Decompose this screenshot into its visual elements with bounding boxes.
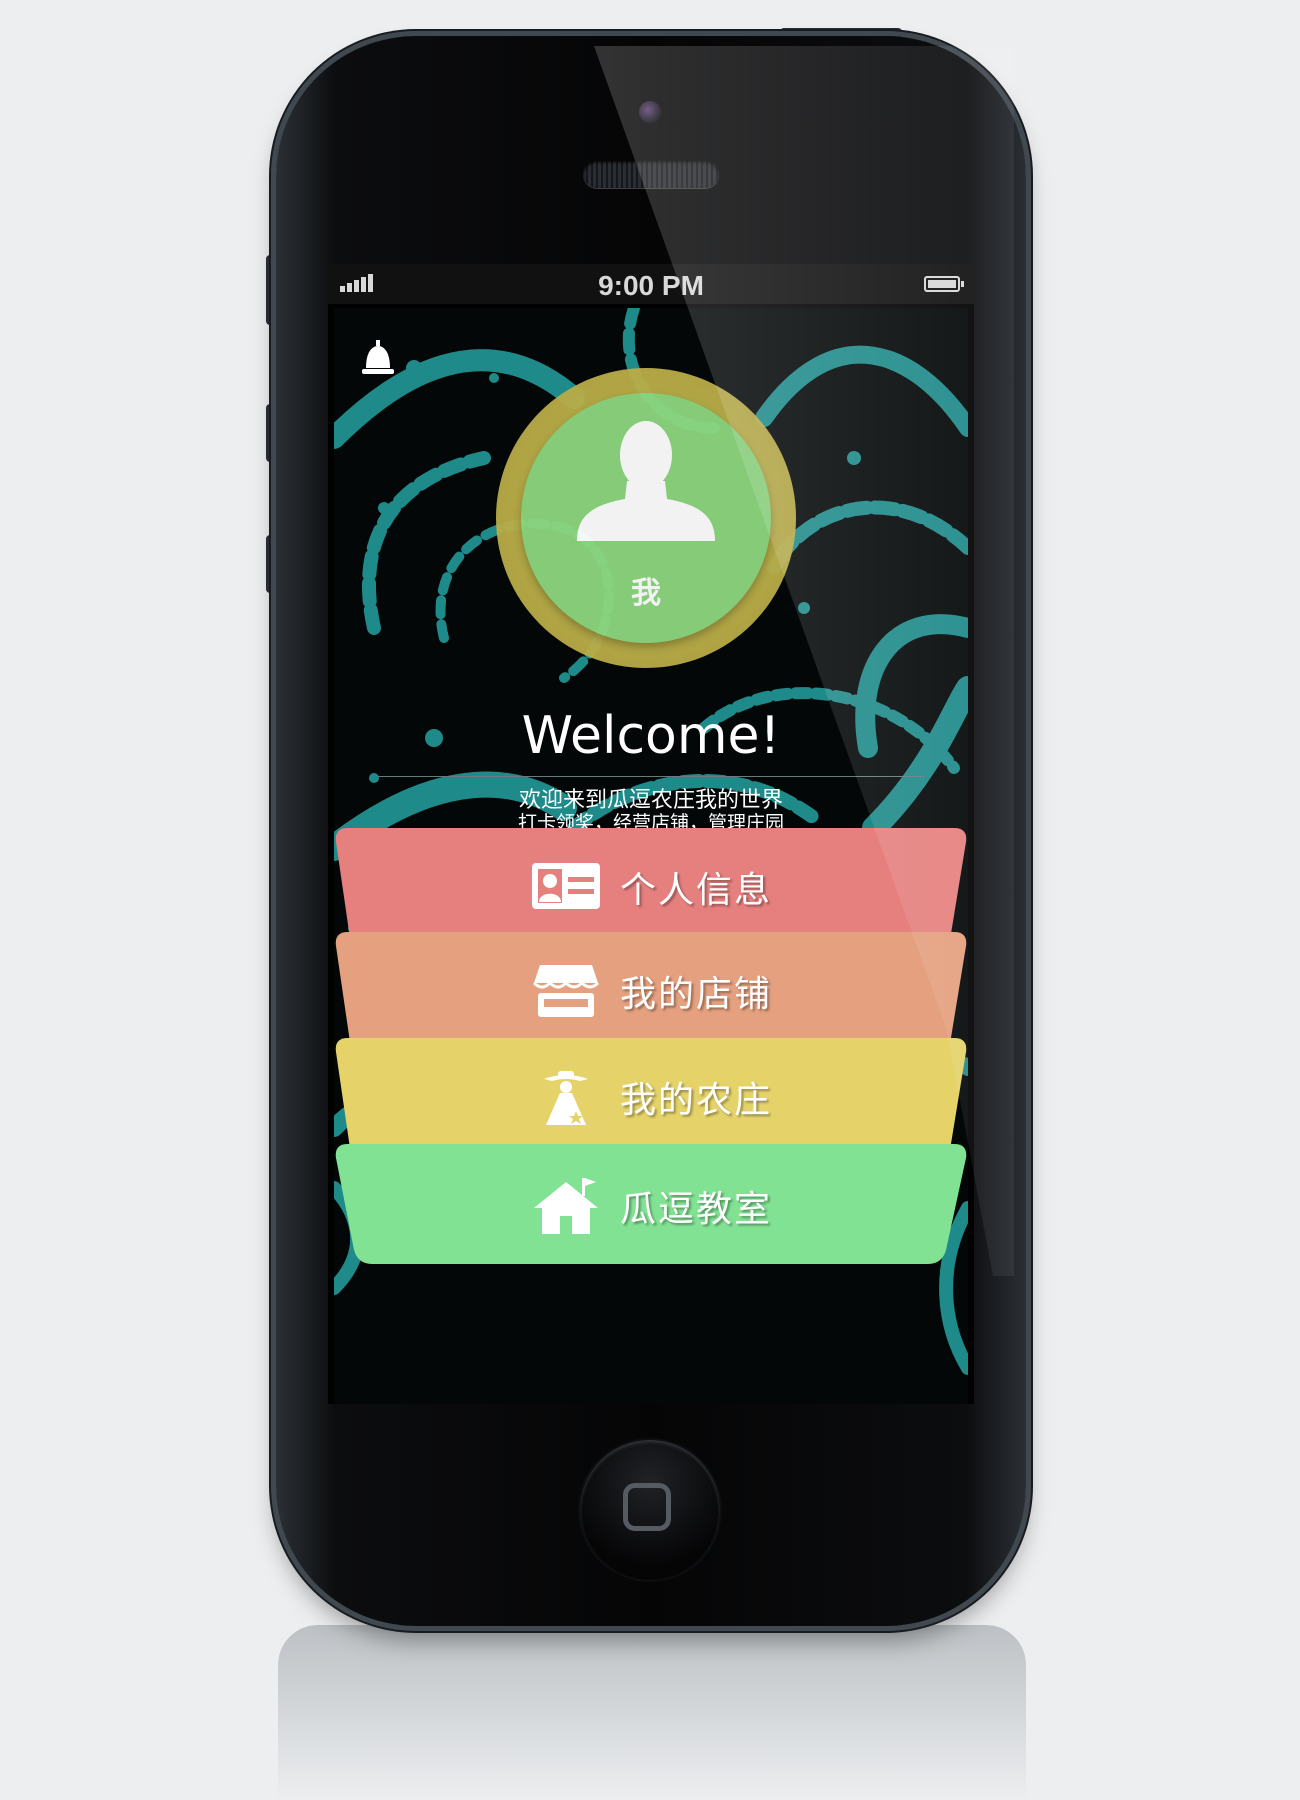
phone-reflection [278, 1625, 1026, 1800]
bell-icon[interactable] [360, 338, 396, 378]
phone-screen: 9:00 PM 我 Welcome! 欢迎来到瓜逗农庄我的世界 打卡领奖，经营店… [328, 264, 974, 1404]
menu-label-my-shop: 我的店铺 [619, 974, 772, 1015]
welcome-title: Welcome! [521, 706, 781, 766]
id-card-icon [531, 863, 600, 909]
earpiece-speaker [583, 160, 719, 188]
front-camera [639, 101, 661, 123]
avatar[interactable]: 我 [521, 393, 771, 643]
house-flag-icon [533, 1178, 598, 1234]
status-time: 9:00 PM [598, 270, 704, 301]
menu-label-personal-info: 个人信息 [619, 870, 772, 911]
battery-icon [924, 276, 964, 292]
menu-label-my-farm: 我的农庄 [619, 1080, 772, 1121]
storefront-icon [532, 965, 600, 1017]
menu-button-classroom[interactable]: 瓜逗教室 [334, 1144, 968, 1268]
avatar-label: 我 [631, 576, 661, 611]
farmer-icon [543, 1071, 588, 1125]
menu-label-classroom: 瓜逗教室 [619, 1189, 772, 1230]
status-bar: 9:00 PM [328, 264, 974, 304]
app-screen: 我 Welcome! 欢迎来到瓜逗农庄我的世界 打卡领奖，经营店铺，管理庄园 个… [334, 308, 968, 1404]
avatar-ring[interactable]: 我 [496, 368, 796, 668]
welcome-divider [378, 776, 924, 777]
home-square-icon [623, 1483, 671, 1531]
home-button [580, 1440, 720, 1580]
